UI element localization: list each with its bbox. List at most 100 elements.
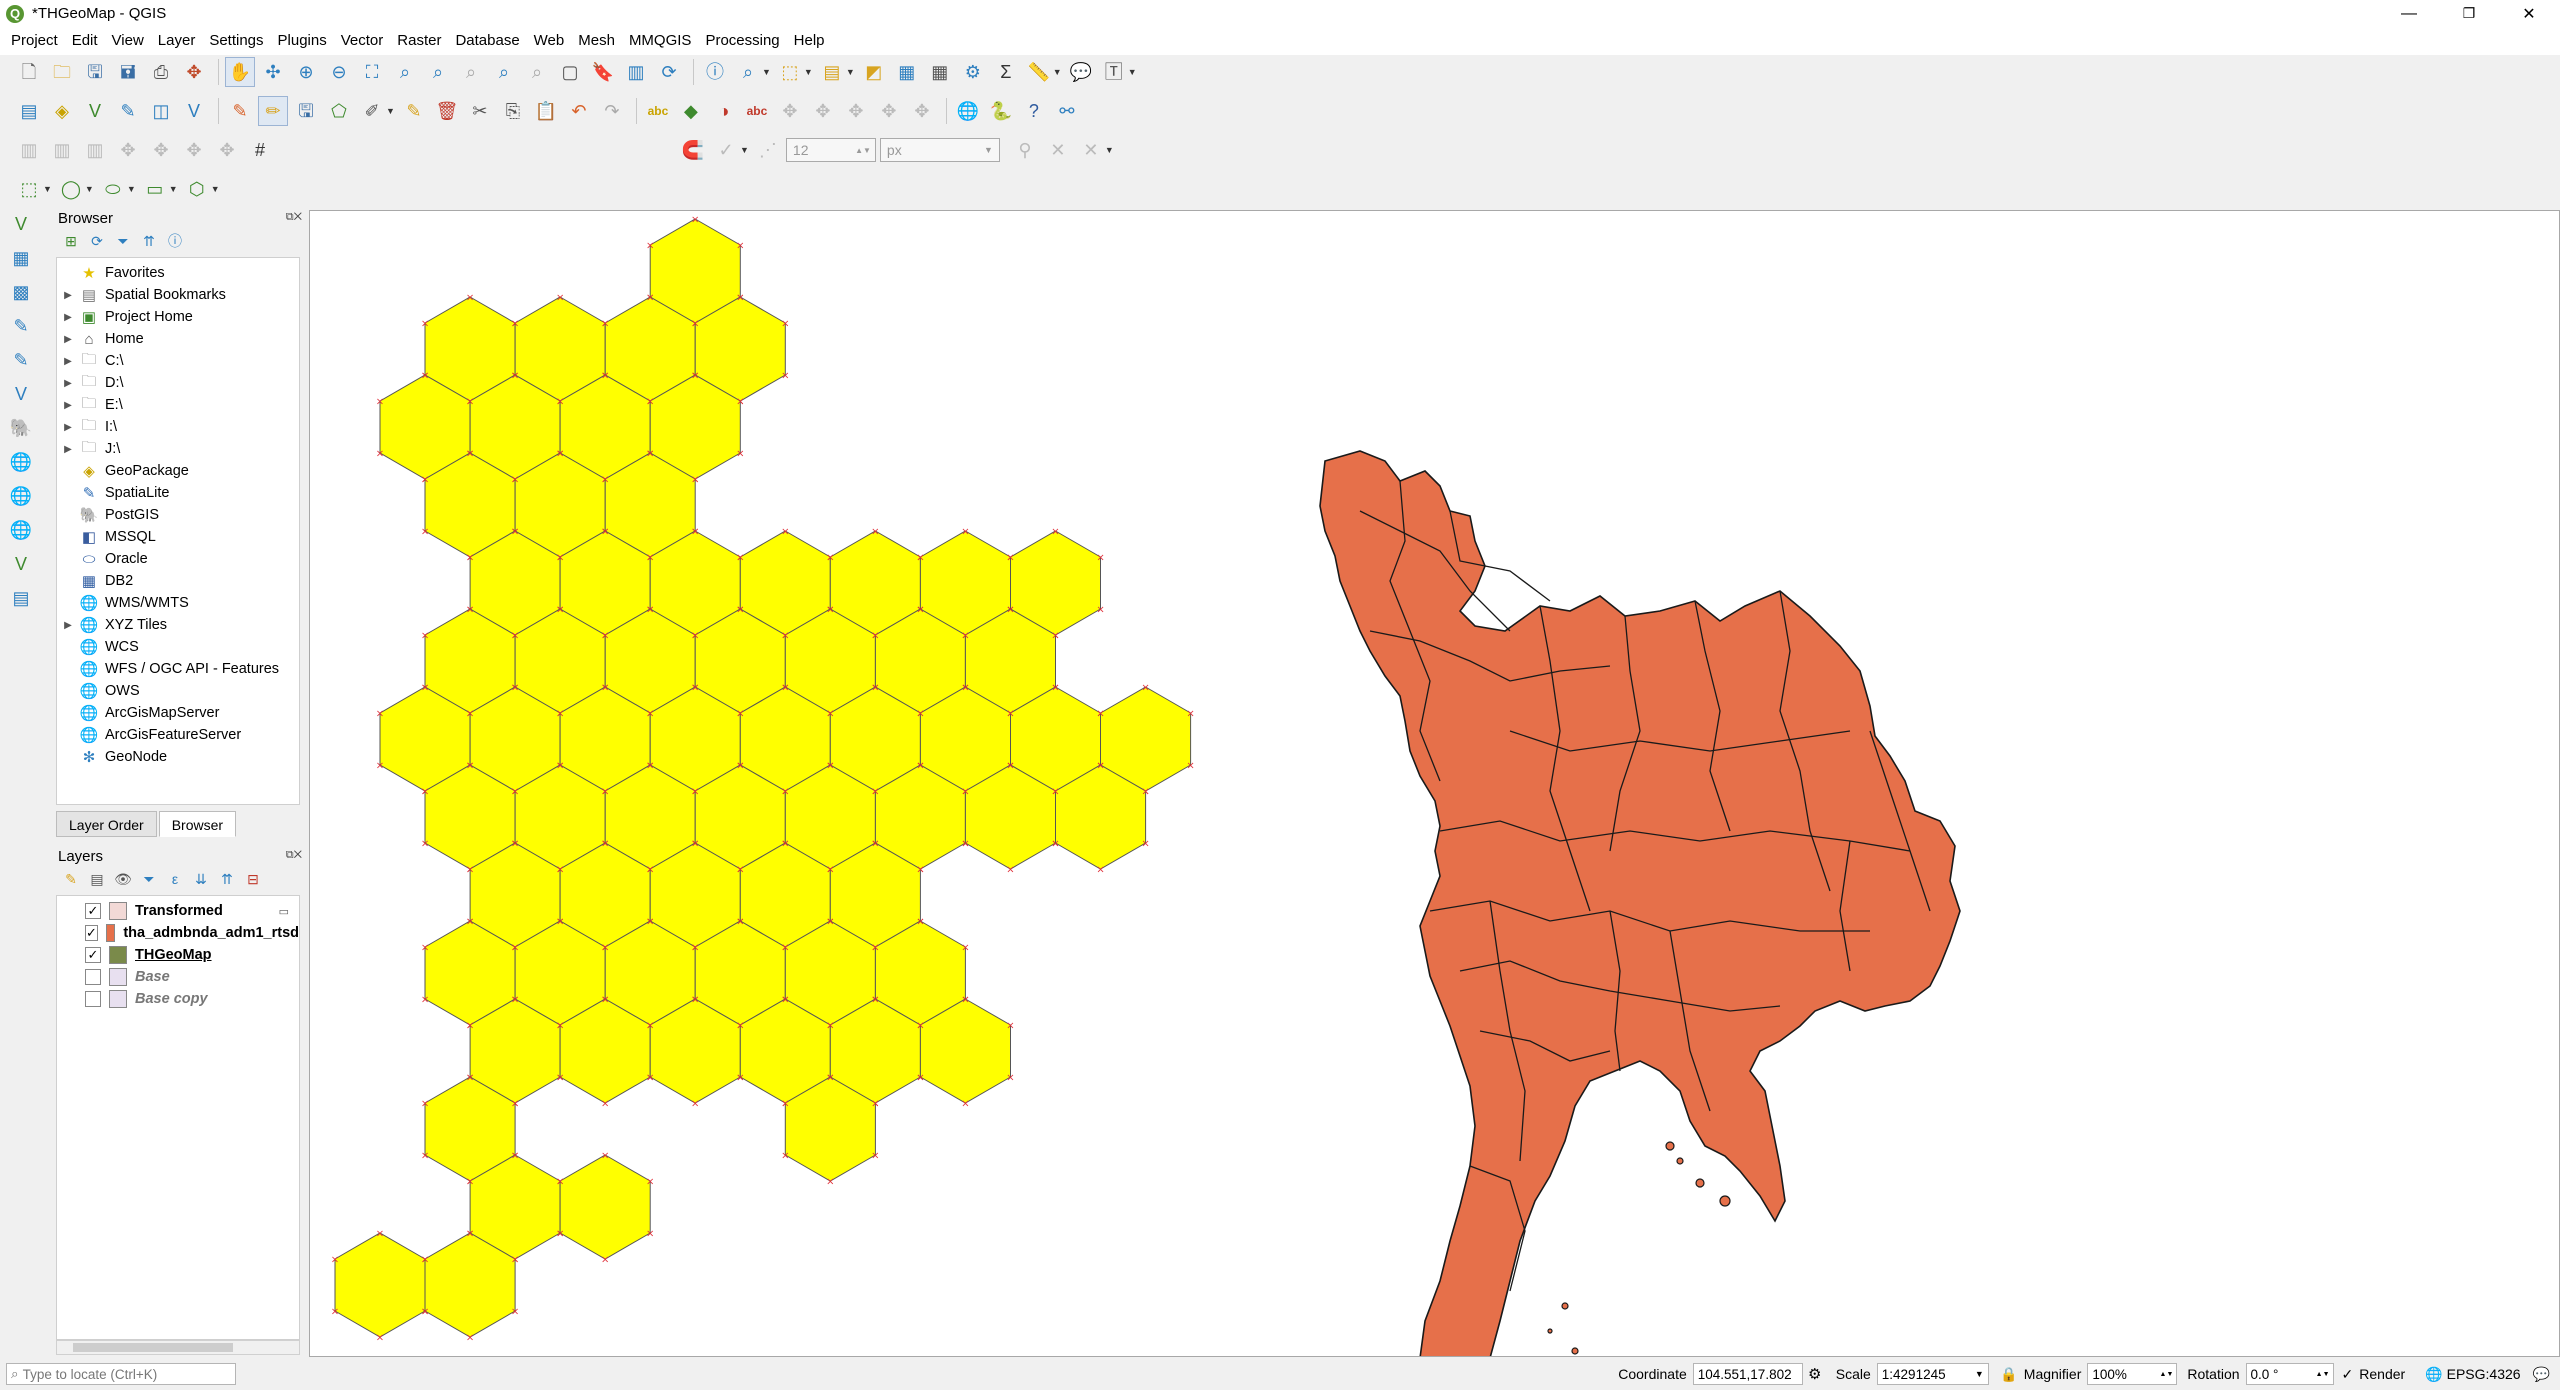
browser-item[interactable]: ✻ GeoNode xyxy=(57,746,299,768)
scrollbar-thumb[interactable] xyxy=(73,1343,233,1352)
add-selected-layers-icon[interactable]: ⊞ xyxy=(60,230,82,252)
layer-symbol-swatch[interactable] xyxy=(105,924,116,942)
text-annotation-icon[interactable]: 🅃 xyxy=(1099,57,1129,87)
menu-layer[interactable]: Layer xyxy=(151,27,203,55)
maximize-button[interactable]: ❐ xyxy=(2440,0,2498,27)
add-vector-layer-icon[interactable]: V xyxy=(6,209,36,239)
browser-item[interactable]: 🌐 OWS xyxy=(57,680,299,702)
zoom-out-icon[interactable]: ⊖ xyxy=(324,57,354,87)
grid-icon[interactable]: # xyxy=(245,135,275,165)
menu-database[interactable]: Database xyxy=(448,27,526,55)
menu-mmqgis[interactable]: MMQGIS xyxy=(622,27,699,55)
add-wfs-layer-icon[interactable]: 🌐 xyxy=(6,515,36,545)
browser-item[interactable]: ★ Favorites xyxy=(57,262,299,284)
rotation-spinbox[interactable]: 0.0 ° ▲▼ xyxy=(2245,1363,2334,1385)
menu-processing[interactable]: Processing xyxy=(698,27,786,55)
layer-symbol-swatch[interactable] xyxy=(109,902,127,920)
browser-item[interactable]: 🌐 WMS/WMTS xyxy=(57,592,299,614)
paste-features-icon[interactable]: 📋 xyxy=(531,96,561,126)
open-project-icon[interactable]: 🗀 xyxy=(47,57,77,87)
modify-attributes-icon[interactable]: ✎ xyxy=(399,96,429,126)
snap-intersection-icon[interactable]: ✕ xyxy=(1076,135,1106,165)
snapping-magnet-icon[interactable]: 🧲 xyxy=(678,135,708,165)
chevron-down-icon[interactable]: ▼ xyxy=(846,67,855,77)
add-xyz-layer-icon[interactable]: 🌐 xyxy=(6,481,36,511)
style-manager-icon[interactable]: ✥ xyxy=(179,57,209,87)
annotation-icon[interactable]: 💬 xyxy=(1066,57,1096,87)
shape-digitize-icon[interactable]: ⬚ xyxy=(14,174,44,204)
field-calculator-icon[interactable]: ▦ xyxy=(925,57,955,87)
identify-features-icon[interactable]: ⓘ xyxy=(700,57,730,87)
map-canvas[interactable]: × × × × × × × × × × × × × × × × × × × × × × × × × × × × × × × × × × × × × × × ×… xyxy=(309,210,2560,1357)
zoom-next-icon[interactable]: ⌕ xyxy=(522,57,552,87)
chevron-down-icon[interactable]: ▼ xyxy=(804,67,813,77)
zoom-native-icon[interactable]: ⌕ xyxy=(456,57,486,87)
chevron-down-icon[interactable]: ▼ xyxy=(1105,145,1114,155)
group-icon[interactable]: ✥ xyxy=(212,135,242,165)
zoom-selection-icon[interactable]: ⌕ xyxy=(390,57,420,87)
layer-indicator-icon[interactable]: ▭ xyxy=(279,905,289,918)
self-snapping-icon[interactable]: ✕ xyxy=(1043,135,1073,165)
render-checkbox[interactable]: ✓ xyxy=(2342,1366,2354,1383)
add-delimited-text-icon[interactable]: ✎ xyxy=(113,96,143,126)
refresh-icon[interactable]: ⟳ xyxy=(654,57,684,87)
add-raster-layer-icon[interactable]: ▦ xyxy=(6,243,36,273)
align-center-icon[interactable]: ▥ xyxy=(47,135,77,165)
undo-icon[interactable]: ↶ xyxy=(564,96,594,126)
add-group-icon[interactable]: ▤ xyxy=(86,868,108,890)
chevron-down-icon[interactable]: ▼ xyxy=(740,145,749,155)
chevron-down-icon[interactable]: ▼ xyxy=(85,184,94,194)
minimize-button[interactable]: — xyxy=(2380,0,2438,27)
lock-scale-icon[interactable]: 🔒 xyxy=(1997,1359,2021,1389)
add-rectangle-icon[interactable]: ▭ xyxy=(140,174,170,204)
save-as-icon[interactable]: 🖬 xyxy=(113,57,143,87)
layer-item[interactable]: ✓ tha_admbnda_adm1_rtsd xyxy=(57,922,299,944)
add-vector-layer-icon[interactable]: V xyxy=(80,96,110,126)
distribute-icon[interactable]: ✥ xyxy=(113,135,143,165)
layer-symbol-swatch[interactable] xyxy=(109,968,127,986)
snap-tolerance-spinbox[interactable]: 12 ▲▼ xyxy=(785,138,876,162)
lower-icon[interactable]: ✥ xyxy=(179,135,209,165)
plugin-globe-icon[interactable]: 🌐 xyxy=(953,96,983,126)
browser-item[interactable]: ◈ GeoPackage xyxy=(57,460,299,482)
menu-plugins[interactable]: Plugins xyxy=(271,27,334,55)
layer-symbol-swatch[interactable] xyxy=(109,990,127,1008)
zoom-in-icon[interactable]: ⊕ xyxy=(291,57,321,87)
align-right-icon[interactable]: ▥ xyxy=(80,135,110,165)
layer-item[interactable]: Base xyxy=(57,966,299,988)
browser-item[interactable]: ▶ 🌐 XYZ Tiles xyxy=(57,614,299,636)
menu-edit[interactable]: Edit xyxy=(65,27,105,55)
magnifier-spinbox[interactable]: 100% ▲▼ xyxy=(2087,1363,2178,1385)
browser-item[interactable]: 🌐 WFS / OGC API - Features xyxy=(57,658,299,680)
refresh-icon[interactable]: ⟳ xyxy=(86,230,108,252)
pin-labels-icon[interactable]: ✥ xyxy=(775,96,805,126)
new-geopackage-layer-icon[interactable]: ◈ xyxy=(47,96,77,126)
vertex-tool-icon[interactable]: ✐ xyxy=(357,96,387,126)
panel-float-close-icon[interactable]: ⧉✕ xyxy=(286,211,302,224)
layer-item[interactable]: ✓ Transformed ▭ xyxy=(57,900,299,922)
attribute-table-icon[interactable]: ▦ xyxy=(892,57,922,87)
menu-raster[interactable]: Raster xyxy=(390,27,448,55)
chevron-down-icon[interactable]: ▼ xyxy=(211,184,220,194)
toggle-editing-icon[interactable]: ✏ xyxy=(258,96,288,126)
browser-item[interactable]: 🌐 ArcGisMapServer xyxy=(57,702,299,724)
browser-item[interactable]: ▶ 🗀 J:\ xyxy=(57,438,299,460)
layer-labeling-icon[interactable]: ◆ xyxy=(676,96,706,126)
snap-unit-combobox[interactable]: px ▼ xyxy=(879,138,1000,162)
chevron-down-icon[interactable]: ▼ xyxy=(1128,67,1137,77)
chevron-right-icon[interactable]: ▶ xyxy=(61,378,75,389)
topological-editing-icon[interactable]: ⚲ xyxy=(1010,135,1040,165)
layer-visibility-checkbox[interactable] xyxy=(85,991,101,1007)
zoom-last-icon[interactable]: ⌕ xyxy=(489,57,519,87)
zoom-full-icon[interactable]: ⛶ xyxy=(357,57,387,87)
collapse-all-icon[interactable]: ⇈ xyxy=(138,230,160,252)
add-delimited-text-icon[interactable]: ✎ xyxy=(6,311,36,341)
select-features-icon[interactable]: ⬚ xyxy=(775,57,805,87)
add-regular-polygon-icon[interactable]: ⬡ xyxy=(182,174,212,204)
expand-all-icon[interactable]: ⇊ xyxy=(190,868,212,890)
chevron-down-icon[interactable]: ▼ xyxy=(43,184,52,194)
delete-selected-icon[interactable]: 🗑 xyxy=(432,96,462,126)
crs-label[interactable]: EPSG:4326 xyxy=(2447,1366,2521,1382)
menu-settings[interactable]: Settings xyxy=(202,27,270,55)
raise-icon[interactable]: ✥ xyxy=(146,135,176,165)
